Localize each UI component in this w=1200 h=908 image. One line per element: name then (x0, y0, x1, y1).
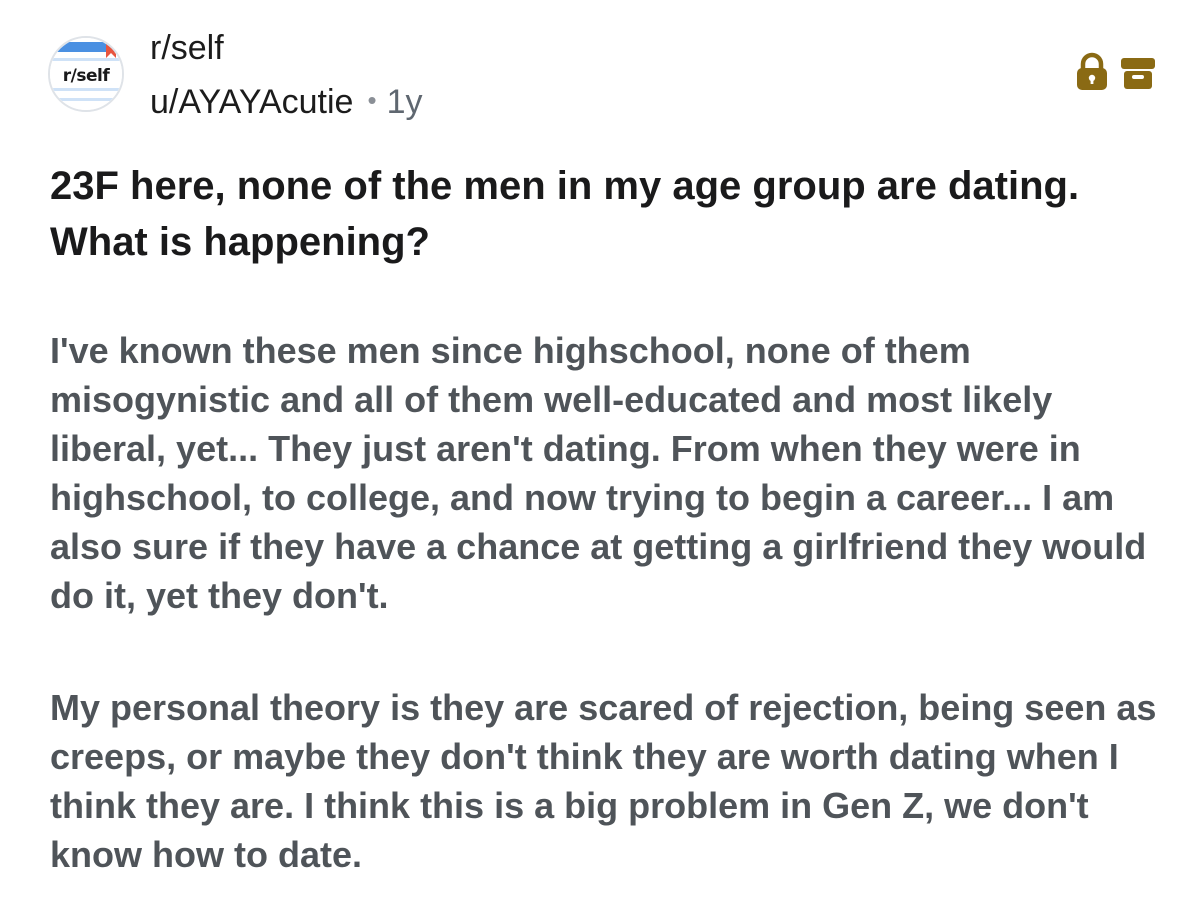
post-header: r/self r/self u/AYAYAcutie • 1y (48, 28, 1158, 128)
post-meta: u/AYAYAcutie • 1y (150, 80, 423, 122)
author-link[interactable]: u/AYAYAcutie (150, 83, 353, 121)
post-body-paragraph: I've known these men since highschool, n… (50, 330, 1147, 616)
subreddit-link[interactable]: r/self (150, 28, 224, 68)
lock-icon (1077, 52, 1107, 90)
meta-separator: • (367, 85, 377, 115)
post-body-paragraph: My personal theory is they are scared of… (50, 687, 1157, 875)
post-age: 1y (386, 83, 423, 121)
post-status-icons (1074, 52, 1158, 92)
archive-icon (1121, 58, 1155, 89)
post-card: r/self r/self u/AYAYAcutie • 1y 23F here, … (0, 0, 1200, 908)
subreddit-avatar[interactable]: r/self (48, 36, 124, 112)
subreddit-avatar-label: r/self (62, 66, 110, 86)
post-title[interactable]: 23F here, none of the men in my age grou… (50, 158, 1150, 270)
